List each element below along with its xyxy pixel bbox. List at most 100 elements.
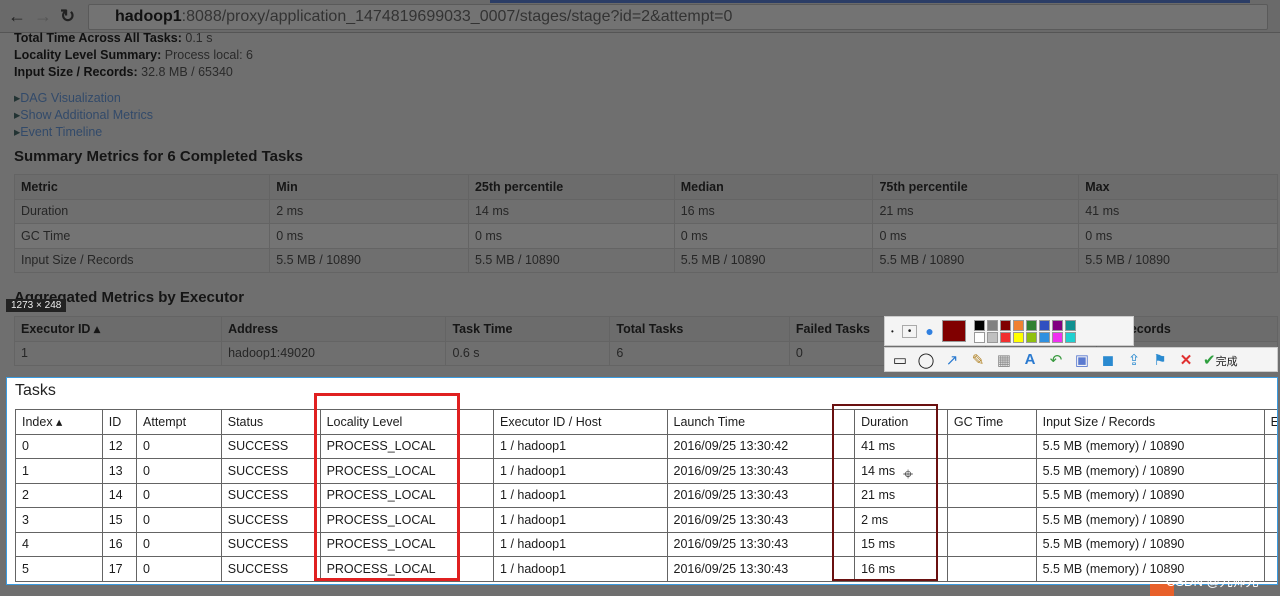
table-cell: 0.6 s <box>445 340 611 366</box>
column-header[interactable]: 75th percentile <box>872 174 1080 200</box>
column-header[interactable]: Locality Level <box>319 409 495 435</box>
table-cell: 2016/09/25 13:30:43 <box>666 482 856 508</box>
table-cell: 2016/09/25 13:30:43 <box>666 556 856 582</box>
table-cell <box>1263 482 1277 508</box>
column-header[interactable]: Launch Time <box>666 409 856 435</box>
color-swatch[interactable] <box>1064 319 1076 331</box>
table-cell: 0 <box>136 531 222 557</box>
additional-metrics-link[interactable]: Show Additional Metrics <box>14 107 153 122</box>
pen-tool-icon[interactable]: ✎ <box>969 351 987 369</box>
column-header[interactable]: Executor ID ▴ <box>13 316 223 342</box>
dag-visualization-link[interactable]: DAG Visualization <box>14 90 121 105</box>
capture-size-label: 1273 × 248 <box>6 299 67 312</box>
color-swatch[interactable] <box>973 331 985 343</box>
table-header-row: Index ▴ ID Attempt Status Locality Level Exec… <box>15 409 1277 435</box>
mosaic-tool-icon[interactable]: ▦ <box>995 351 1013 369</box>
column-header[interactable]: Executor ID / Host <box>493 409 668 435</box>
table-header-row: Metric Min 25th percentile Median 75th perce… <box>13 174 1278 200</box>
color-swatch[interactable] <box>973 319 985 331</box>
table-cell: SUCCESS <box>220 531 321 557</box>
column-header[interactable]: Duration <box>854 409 948 435</box>
column-header[interactable]: Median <box>673 174 874 200</box>
rectangle-tool-icon[interactable]: ▭ <box>891 351 909 369</box>
text-tool-icon[interactable]: A <box>1021 351 1039 368</box>
arrow-tool-icon[interactable]: ↗ <box>943 351 961 369</box>
table-cell <box>946 482 1037 508</box>
table-row: 2 14 0 SUCCESS PROCESS_LOCAL 1 / hadoop1 2016/… <box>15 482 1277 508</box>
watermark: CSDN @九师兄 <box>1166 574 1259 589</box>
share-icon[interactable]: ⇪ <box>1125 351 1143 369</box>
table-cell: PROCESS_LOCAL <box>319 433 495 459</box>
table-cell: 14 <box>101 482 138 508</box>
table-cell: 1 / hadoop1 <box>493 433 668 459</box>
color-swatch[interactable] <box>1012 331 1024 343</box>
table-cell <box>946 507 1037 533</box>
color-swatch[interactable] <box>1038 331 1050 343</box>
table-cell: 0 <box>136 433 222 459</box>
column-header[interactable]: ID <box>101 409 138 435</box>
forward-icon[interactable]: → <box>34 6 52 27</box>
column-header[interactable]: Total Tasks <box>609 316 790 342</box>
tasks-title: Tasks <box>15 382 56 399</box>
table-cell <box>946 433 1037 459</box>
copy-icon[interactable]: ◼ <box>1099 351 1117 369</box>
table-cell: 0 ms <box>269 223 469 249</box>
table-cell: PROCESS_LOCAL <box>319 458 495 484</box>
tasks-table: Index ▴ ID Attempt Status Locality Level Exec… <box>15 409 1277 582</box>
color-swatch[interactable] <box>1012 319 1024 331</box>
table-cell: 2016/09/25 13:30:42 <box>666 433 856 459</box>
column-header[interactable]: Task Time <box>445 316 611 342</box>
table-cell: 16 <box>101 531 138 557</box>
capture-toolbar: • • ● ▭ ◯ ↗ ✎ ▦ A ↶ ▣ ◼ ⇪ ⚑ ✕ ✔完成 <box>884 316 1278 372</box>
color-swatch[interactable] <box>986 319 998 331</box>
table-cell: 15 ms <box>854 531 948 557</box>
ellipse-tool-icon[interactable]: ◯ <box>917 351 935 369</box>
event-timeline-link[interactable]: Event Timeline <box>14 124 102 139</box>
table-cell: 16 ms <box>854 556 948 582</box>
address-bar[interactable]: hadoop1:8088/proxy/application_147481969… <box>88 4 1268 30</box>
column-header[interactable]: Max <box>1078 174 1278 200</box>
reload-icon[interactable]: ↻ <box>60 6 75 27</box>
column-header[interactable]: Index ▴ <box>15 409 103 435</box>
table-cell: 0 <box>136 507 222 533</box>
column-header[interactable]: Status <box>220 409 321 435</box>
color-swatch[interactable] <box>999 331 1011 343</box>
cancel-icon[interactable]: ✕ <box>1177 351 1195 369</box>
color-palette: • • ● <box>884 316 1134 346</box>
table-row: Duration 2 ms 14 ms 16 ms 21 ms 41 ms <box>13 198 1278 224</box>
table-cell: 17 <box>101 556 138 582</box>
save-icon[interactable]: ▣ <box>1073 351 1091 369</box>
column-header[interactable]: Attempt <box>136 409 222 435</box>
column-header[interactable]: Err <box>1263 409 1277 435</box>
capture-selection[interactable]: Tasks Index ▴ ID Attempt Status Locality Lev… <box>6 377 1278 585</box>
done-button[interactable]: ✔完成 <box>1203 351 1238 369</box>
pen-size-small[interactable]: • <box>891 327 894 336</box>
color-swatch[interactable] <box>1051 331 1063 343</box>
undo-icon[interactable]: ↶ <box>1047 351 1065 369</box>
column-header[interactable]: GC Time <box>946 409 1037 435</box>
color-swatch[interactable] <box>1025 319 1037 331</box>
color-swatch[interactable] <box>999 319 1011 331</box>
color-swatch[interactable] <box>1025 331 1037 343</box>
table-cell: 41 ms <box>854 433 948 459</box>
table-cell: SUCCESS <box>220 482 321 508</box>
pen-size-medium[interactable]: • <box>901 324 918 338</box>
column-header[interactable]: 25th percentile <box>467 174 675 200</box>
column-header[interactable]: Min <box>269 174 469 200</box>
back-icon[interactable]: ← <box>8 6 26 27</box>
total-time: Total Time Across All Tasks: 0.1 s <box>14 31 213 45</box>
pin-icon[interactable]: ⚑ <box>1151 351 1169 369</box>
table-cell: 5.5 MB (memory) / 10890 <box>1035 531 1265 557</box>
color-swatch[interactable] <box>1064 331 1076 343</box>
color-swatch[interactable] <box>1051 319 1063 331</box>
check-icon: ✔ <box>1203 351 1216 369</box>
column-header[interactable]: Input Size / Records <box>1035 409 1265 435</box>
table-cell: 0 <box>15 433 103 459</box>
column-header[interactable]: Address <box>221 316 447 342</box>
column-header[interactable]: Metric <box>13 174 271 200</box>
color-swatch[interactable] <box>1038 319 1050 331</box>
table-cell: SUCCESS <box>220 556 321 582</box>
pen-size-large[interactable]: ● <box>925 323 933 339</box>
color-swatch[interactable] <box>986 331 998 343</box>
table-cell: 2016/09/25 13:30:43 <box>666 458 856 484</box>
